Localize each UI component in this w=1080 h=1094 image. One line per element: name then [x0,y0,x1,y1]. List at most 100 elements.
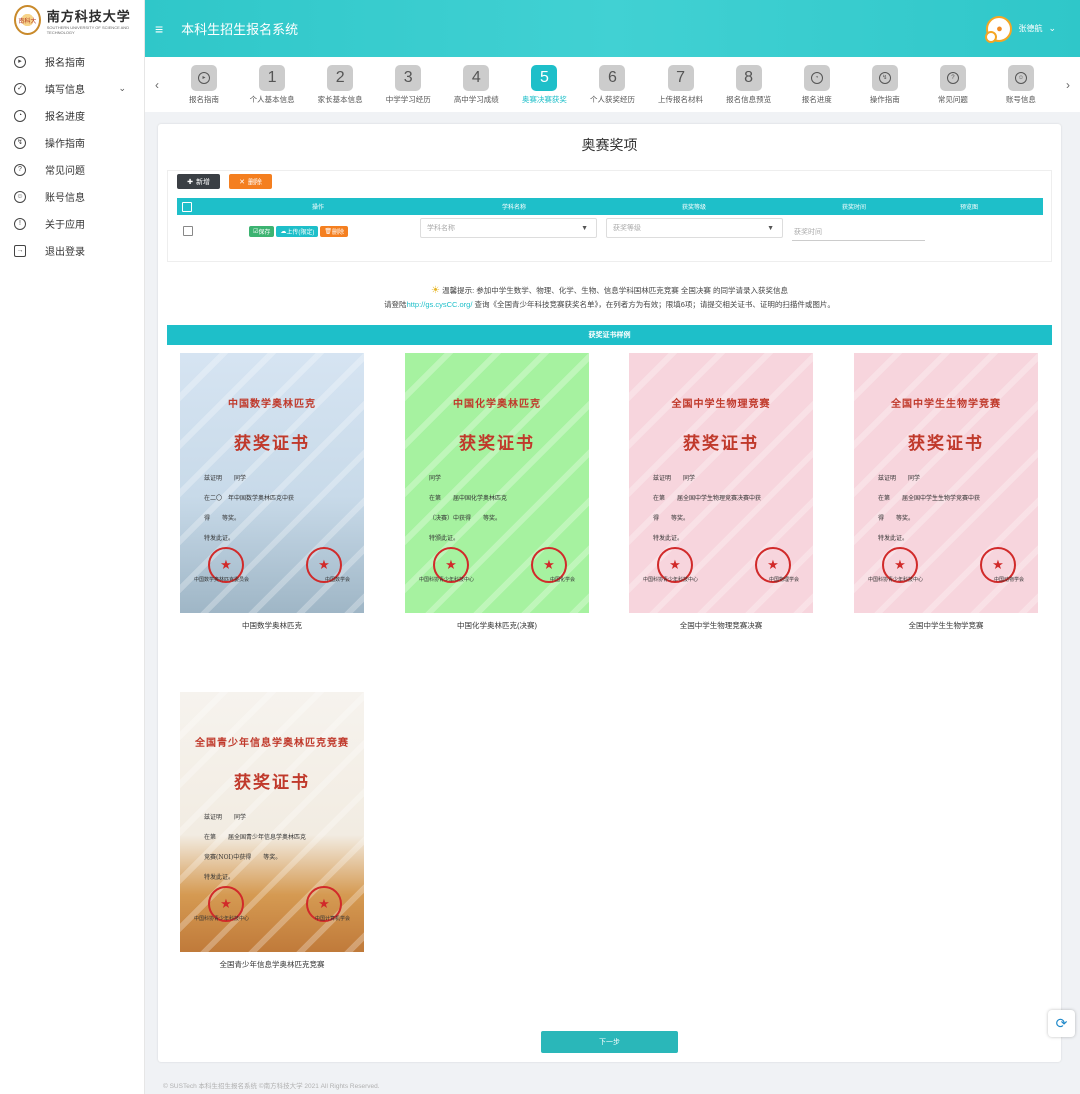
sidebar-item-account[interactable]: ☺ 账号信息 [0,183,144,210]
issuer-left: 中国科协青少年科技中心 [643,577,699,583]
certificate-heading: 获奖证书 [459,434,535,454]
step-number: 3 [395,64,422,91]
step-8[interactable]: 8 报名信息预览 [716,64,782,105]
certificate-body: 兹证明 同学 在第 届全国中学生生物学竞赛中获得 等奖。 特发此证。 [878,469,1022,549]
plus-icon: ✚ [187,178,193,186]
tip-line-2-suffix: 查询《全国青少年科技竞赛获奖名单》，在列者方为有效；限填6项；请提交相关证书、证… [472,300,835,309]
certificate-caption: 全国中学生生物学竞赛 [908,621,984,630]
certificate-line: 兹证明 同学 [204,475,247,482]
certificate-heading: 获奖证书 [908,434,984,454]
issuer-right: 中国化学会 [549,577,575,583]
award-form: ✚ 新增 ✕ 删除 操作 学科名称 获奖等级 获奖时间 预览图 ☑ 保存 ☁ 上传(限定… [167,170,1052,262]
row-checkbox[interactable] [183,226,193,236]
certificate-line: 特颁此证。 [429,535,460,542]
issuer-left: 中国科协青少年科技中心 [419,577,475,583]
step-navigation: ‹ ▸ 报名指南 1 个人基本信息 2 家长基本信息 3 中学学习经历 4 高中学习成绩 5 奥赛决赛… [145,57,1080,112]
step-icon: ↯ [871,64,898,91]
sidebar-item-progress[interactable]: ◔ 报名进度 [0,102,144,129]
certificate-sample[interactable]: 全国中学生物理竞赛 获奖证书 兹证明 同学 在第 届全国中学生物理竞赛决赛中获得 等奖… [629,353,813,613]
sidebar-item-manual[interactable]: ↯ 操作指南 [0,129,144,156]
level-select[interactable]: 获奖等级 ▼ [606,218,783,238]
step-1[interactable]: 1 个人基本信息 [239,64,305,105]
sidebar: 南科大 南方科技大学 SOUTHERN UNIVERSITY OF SCIENC… [0,0,145,1094]
certificate-line: 竞赛(NOI)中获得 等奖。 [204,854,282,861]
step-9[interactable]: ◔ 报名进度 [784,64,850,105]
step-list: ▸ 报名指南 1 个人基本信息 2 家长基本信息 3 中学学习经历 4 高中学习成绩 5 奥赛决赛获奖… [169,64,1056,105]
certificate-body: 同学 在第 届中国化学奥林匹克 （决赛）中获得 等奖。 特颁此证。 [429,469,573,549]
sidebar-item-logout[interactable]: → 退出登录 [0,237,144,264]
university-seal-icon: 南科大 [14,5,41,35]
step-2[interactable]: 2 家长基本信息 [307,64,373,105]
step-12[interactable]: ☺ 账号信息 [988,64,1054,105]
issuer-left: 中国数学奥林匹克委员会 [194,577,250,583]
step-4[interactable]: 4 高中学习成绩 [443,64,509,105]
save-label: 保存 [258,229,271,236]
tip-line-2-prefix: 请登陆 [384,300,407,309]
step-3[interactable]: 3 中学学习经历 [375,64,441,105]
certificate-line: 特发此证。 [204,874,235,881]
award-date-input[interactable]: 获奖时间 [792,223,925,241]
step-label: 报名信息预览 [726,94,772,104]
floating-help-icon[interactable]: ⟳ [1048,1010,1075,1037]
certificate-body: 兹证明 同学 在二〇 年中国数学奥林匹克中获得 等奖。 特发此证。 [204,469,348,549]
step-label: 常见问题 [937,94,968,104]
sidebar-item-about[interactable]: ! 关于应用 [0,210,144,237]
step-number: 7 [667,64,694,91]
step-label: 报名进度 [801,94,832,104]
certificate-line: 在第 届全国中学生生物学竞赛中获 [878,495,981,502]
select-all-checkbox[interactable] [182,201,192,212]
certificate-caption: 全国青少年信息学奥林匹克竞赛 [219,960,325,969]
question-icon: ? [14,163,26,176]
user-menu[interactable]: ● 张德航 ⌄ [985,15,1056,43]
save-button[interactable]: ☑ 保存 [249,225,275,237]
certificate-caption: 中国化学奥林匹克(决赛) [457,621,537,630]
scroll-left-icon[interactable]: ‹ [145,78,169,92]
certificate-heading: 获奖证书 [683,434,759,454]
certificate-sample[interactable]: 中国化学奥林匹克获奖证书同学 在第 届中国化学奥林匹克 （决赛）中获得 等奖。 特颁此… [405,353,589,613]
scroll-right-icon[interactable]: › [1056,78,1080,92]
certificate-line: 得 等奖。 [653,515,690,522]
sidebar-nav: ▸ 报名指南 ✓ 填写信息 ⌄ ◔ 报名进度 ↯ 操作指南 ? 常见问题 ☺ 账号信息 ! 关于… [0,48,144,264]
step-5[interactable]: 5 奥赛决赛获奖 [511,64,577,105]
row-delete-button[interactable]: 🗑 删除 [320,225,349,237]
compass-icon: ↯ [14,136,26,149]
trash-icon: 🗑 [324,228,333,235]
certificate-sample[interactable]: 全国青少年信息学奥林匹克竞赛 获奖证书 兹证明 同学 在第 届全国青少年信息学奥林匹克… [180,692,364,952]
certificate-competition: 全国青少年信息学奥林匹克竞赛 [195,738,349,749]
sidebar-item-guide[interactable]: ▸ 报名指南 [0,48,144,75]
delete-button[interactable]: ✕ 删除 [229,174,272,189]
step-number: 1 [259,64,286,91]
level-placeholder: 获奖等级 [613,225,641,232]
certificate-sample[interactable]: 全国中学生生物学竞赛 获奖证书 兹证明 同学 在第 届全国中学生生物学竞赛中获得 等奖… [854,353,1038,613]
certificate-line: 特发此证。 [204,535,235,542]
chevron-down-icon: ⌄ [1048,23,1056,33]
chevron-down-icon: ⌄ [118,83,126,93]
certificate-caption: 全国中学生物理竞赛决赛 [679,621,763,630]
university-logo[interactable]: 南科大 南方科技大学 SOUTHERN UNIVERSITY OF SCIENC… [0,2,144,38]
certificate-sample[interactable]: 中国数学奥林匹克 获奖证书 兹证明 同学 在二〇 年中国数学奥林匹克中获得 等奖。 特发… [180,353,364,613]
sidebar-item-fill-info[interactable]: ✓ 填写信息 ⌄ [0,75,144,102]
next-button[interactable]: 下一步 [541,1031,678,1053]
certificate-competition: 中国化学奥林匹克 [453,399,541,410]
step-0[interactable]: ▸ 报名指南 [171,64,237,105]
issuer-right: 中国动物学会 [993,577,1024,583]
top-header: ≡ 本科生招生报名系统 ● 张德航 ⌄ [145,0,1080,57]
play-circle-icon: ▸ [14,55,26,68]
step-number: 8 [735,64,762,91]
step-10[interactable]: ↯ 操作指南 [852,64,918,105]
add-button-label: 新增 [195,178,210,186]
university-name-en: SOUTHERN UNIVERSITY OF SCIENCE AND TECHN… [46,24,130,35]
step-11[interactable]: ? 常见问题 [920,64,986,105]
step-7[interactable]: 7 上传报名材料 [648,64,714,105]
menu-toggle-icon[interactable]: ≡ [155,21,163,37]
subject-select[interactable]: 学科名称 ▼ [420,218,597,238]
step-6[interactable]: 6 个人获奖经历 [579,64,645,105]
upload-button[interactable]: ☁ 上传(限定) [276,225,319,237]
step-label: 报名指南 [189,94,219,104]
sidebar-item-faq[interactable]: ? 常见问题 [0,156,144,183]
cysc-link[interactable]: http://gs.cysCC.org/ [407,300,473,309]
step-icon: ▸ [191,64,217,91]
step-label: 个人获奖经历 [589,94,635,104]
sidebar-item-label: 退出登录 [45,247,85,258]
add-button[interactable]: ✚ 新增 [177,174,220,189]
